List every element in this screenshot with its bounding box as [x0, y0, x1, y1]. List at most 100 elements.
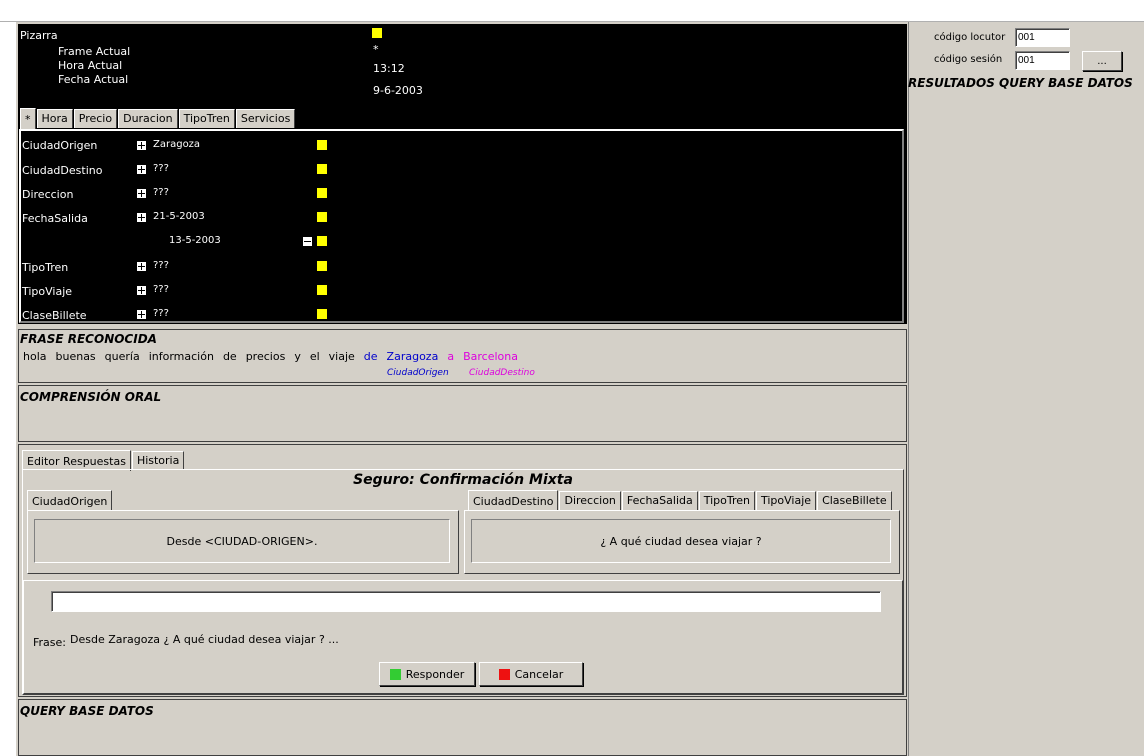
slot-value-ciudaddestino: ??? — [153, 163, 169, 174]
slot-name-ciudadorigen: CiudadOrigen — [22, 139, 98, 152]
browse-button[interactable]: ... — [1082, 51, 1122, 71]
comprension-oral-panel: COMPRENSIÓN ORAL — [18, 385, 907, 442]
left-template-text: Desde <CIUDAD-ORIGEN>. — [166, 534, 318, 548]
window-title-bar — [0, 0, 1144, 22]
response-input[interactable] — [51, 591, 881, 612]
tab-ciudaddestino[interactable]: CiudadDestino — [468, 490, 559, 511]
results-title: RESULTADOS QUERY BASE DATOS — [908, 76, 1133, 90]
slot-name-ciudaddestino: CiudadDestino — [22, 164, 103, 177]
tag-ciudad-destino: CiudadDestino — [469, 368, 535, 378]
collapse-icon[interactable] — [303, 237, 312, 246]
tab-clasebillete[interactable]: ClaseBillete — [817, 491, 892, 510]
slot-value-ciudadorigen: Zaragoza — [153, 139, 201, 150]
recognized-word: hola — [23, 350, 47, 363]
tab-historia[interactable]: Historia — [131, 451, 185, 470]
slot-value-fechasalida-alt: 13-5-2003 — [169, 235, 221, 246]
frame-tabs: * Hora Precio Duracion TipoTren Servicio… — [20, 108, 296, 129]
recognized-word: de — [222, 350, 237, 363]
slot-value-clasebillete: ??? — [153, 308, 169, 319]
tab-tipoviaje[interactable]: TipoViaje — [756, 491, 817, 510]
expand-icon[interactable] — [137, 286, 146, 295]
slot-status-indicator — [317, 140, 327, 150]
tab-duracion[interactable]: Duracion — [118, 109, 178, 128]
recognized-word: información — [148, 350, 214, 363]
expand-icon[interactable] — [137, 165, 146, 174]
strategy-header: Seguro: Confirmación Mixta — [353, 472, 573, 488]
query-panel: QUERY BASE DATOS — [18, 699, 907, 756]
right-template-box[interactable]: ¿ A qué ciudad desea viajar ? — [471, 519, 891, 563]
tab-frame-current[interactable]: * — [20, 108, 36, 129]
slot-value-tipotren: ??? — [153, 260, 169, 271]
frase-reconocida-panel: FRASE RECONOCIDA hola buenas quería info… — [18, 329, 907, 383]
expand-icon[interactable] — [137, 141, 146, 150]
slot-status-indicator — [317, 285, 327, 295]
right-panel: código locutor código sesión ... RESULTA… — [908, 22, 1144, 756]
tab-servicios[interactable]: Servicios — [235, 109, 296, 128]
locutor-input[interactable] — [1015, 28, 1070, 47]
recognized-word: y — [294, 350, 301, 363]
slot-status-indicator — [317, 212, 327, 222]
responder-label: Responder — [405, 667, 465, 681]
expand-icon[interactable] — [137, 213, 146, 222]
slot-value-tipoviaje: ??? — [153, 284, 169, 295]
right-slot-tabs: CiudadDestino Direccion FechaSalida Tipo… — [468, 490, 893, 511]
fecha-actual-value: 9-6-2003 — [373, 84, 423, 97]
hora-actual-value: 13:12 — [373, 62, 405, 75]
response-area: Frase: Desde Zaragoza ¿ A qué ciudad des… — [23, 580, 903, 694]
recognized-word: quería — [104, 350, 140, 363]
tab-tipotren[interactable]: TipoTren — [178, 109, 235, 128]
comprension-oral-title: COMPRENSIÓN ORAL — [20, 390, 162, 404]
tab-editor-respuestas[interactable]: Editor Respuestas — [22, 450, 131, 471]
recognized-word-origen: Zaragoza — [386, 350, 439, 363]
hora-actual-label: Hora Actual — [58, 59, 123, 72]
frame-actual-label: Frame Actual — [58, 45, 131, 58]
tab-precio[interactable]: Precio — [73, 109, 118, 128]
slot-value-direccion: ??? — [153, 187, 169, 198]
slot-status-indicator — [317, 261, 327, 271]
responder-button[interactable]: Responder — [379, 662, 475, 686]
frame-actual-value: * — [373, 43, 379, 56]
slot-status-indicator — [317, 164, 327, 174]
slot-name-fechasalida: FechaSalida — [22, 212, 88, 225]
pizarra-status-indicator — [372, 28, 382, 38]
left-slot-tabs: CiudadOrigen — [27, 490, 113, 511]
editor-tabs: Editor Respuestas Historia — [22, 450, 185, 471]
locutor-label: código locutor — [934, 32, 1006, 43]
tab-fechasalida[interactable]: FechaSalida — [621, 491, 698, 510]
tab-ciudadorigen[interactable]: CiudadOrigen — [27, 490, 113, 511]
query-title: QUERY BASE DATOS — [20, 704, 154, 718]
expand-icon[interactable] — [137, 310, 146, 319]
slot-name-tipoviaje: TipoViaje — [22, 285, 73, 298]
recognized-word-destino: a — [447, 350, 455, 363]
slot-name-clasebillete: ClaseBillete — [22, 309, 87, 322]
sesion-label: código sesión — [934, 54, 1003, 65]
tab-hora[interactable]: Hora — [36, 109, 73, 128]
cancelar-button[interactable]: Cancelar — [479, 662, 583, 686]
recognized-word: buenas — [55, 350, 96, 363]
pizarra-title: Pizarra — [20, 29, 58, 42]
editor-area: Seguro: Confirmación Mixta CiudadOrigen … — [22, 469, 904, 695]
right-template-text: ¿ A qué ciudad desea viajar ? — [600, 534, 762, 548]
responder-icon — [389, 668, 401, 680]
fecha-actual-label: Fecha Actual — [58, 73, 129, 86]
slot-status-indicator — [317, 188, 327, 198]
left-template-box[interactable]: Desde <CIUDAD-ORIGEN>. — [34, 519, 450, 563]
recognized-sentence: hola buenas quería información de precio… — [23, 350, 518, 363]
tab-direccion[interactable]: Direccion — [559, 491, 621, 510]
frase-label: Frase: — [33, 636, 66, 649]
sesion-input[interactable] — [1015, 51, 1070, 70]
tab-tipotren[interactable]: TipoTren — [698, 491, 755, 510]
frame-slots: CiudadOrigen Zaragoza CiudadDestino ??? … — [19, 129, 904, 323]
slot-status-indicator — [317, 309, 327, 319]
slot-name-tipotren: TipoTren — [22, 261, 69, 274]
slot-name-direccion: Direccion — [22, 188, 74, 201]
tag-ciudad-origen: CiudadOrigen — [387, 368, 449, 378]
expand-icon[interactable] — [137, 262, 146, 271]
slot-value-fechasalida: 21-5-2003 — [153, 211, 205, 222]
frase-value: Desde Zaragoza ¿ A qué ciudad desea viaj… — [70, 633, 339, 646]
frase-reconocida-title: FRASE RECONOCIDA — [20, 332, 157, 346]
recognized-word: precios — [245, 350, 286, 363]
recognized-word: viaje — [328, 350, 355, 363]
slot-status-indicator — [317, 236, 327, 246]
expand-icon[interactable] — [137, 189, 146, 198]
